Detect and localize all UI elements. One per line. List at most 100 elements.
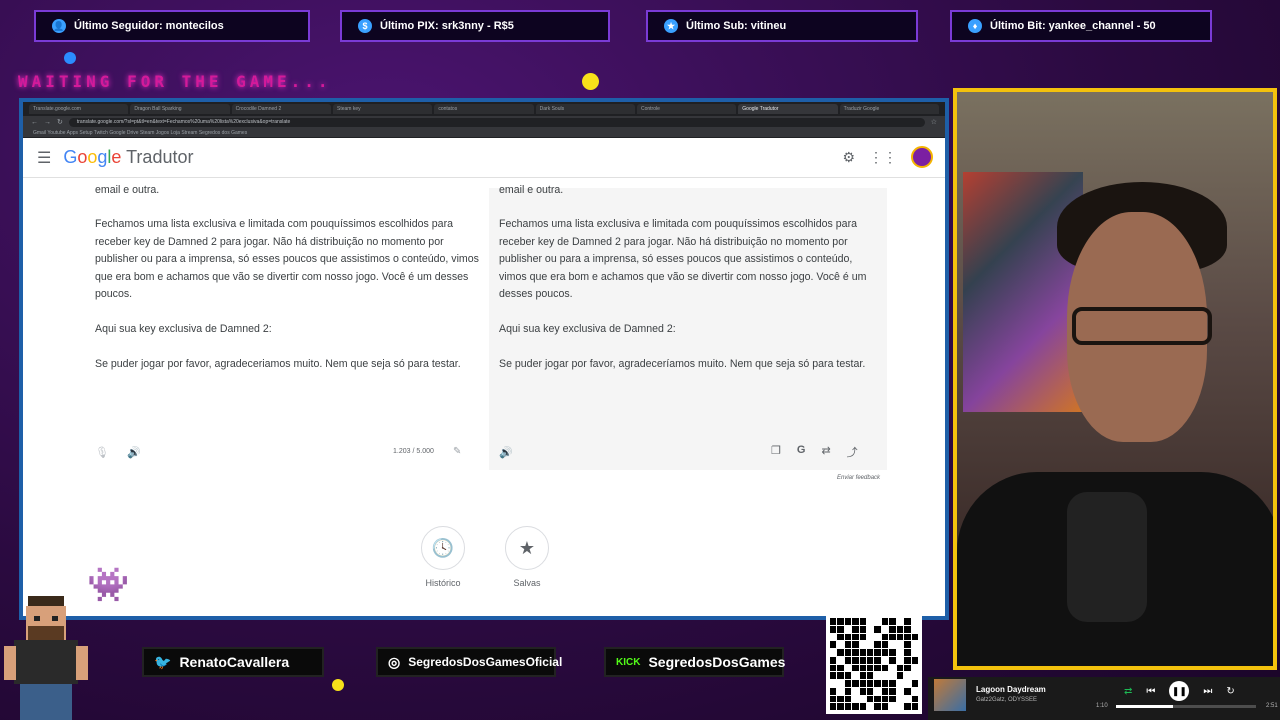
settings-icon[interactable]: ⚙ (842, 149, 855, 166)
qr-module (889, 695, 896, 703)
feedback-link[interactable]: Enviar feedback (837, 475, 880, 481)
qr-module (837, 641, 844, 648)
target-cut-line: email e outra. (499, 184, 564, 196)
time-current: 1:10 (1096, 703, 1108, 709)
copy-icon[interactable]: ❐ (771, 444, 781, 460)
previous-icon[interactable]: ⏮ (1146, 686, 1155, 697)
qr-module (911, 656, 918, 664)
qr-module (911, 641, 918, 648)
qr-module (837, 656, 844, 664)
qr-module (889, 618, 896, 625)
google-g-icon[interactable]: G (797, 444, 806, 460)
qr-module (896, 618, 904, 625)
qr-module (830, 664, 837, 672)
next-icon[interactable]: ⏭ (1203, 686, 1212, 697)
qr-module (844, 687, 852, 695)
qr-module (911, 633, 918, 641)
browser-tab[interactable]: Translate.google.com (29, 104, 129, 114)
shuffle-icon[interactable]: ⇄ (1124, 686, 1132, 697)
browser-tab[interactable]: contatos (434, 104, 534, 114)
edit-icon[interactable]: ✎ (453, 446, 461, 457)
qr-module (889, 656, 896, 664)
qr-module (859, 641, 867, 648)
user-icon: 👤 (52, 19, 66, 33)
apps-grid-icon[interactable]: ⋮⋮ (869, 149, 897, 166)
qr-module (904, 703, 911, 710)
qr-module (844, 672, 852, 679)
kick-icon: KICK (616, 656, 641, 668)
qr-module (896, 695, 904, 703)
qr-module (874, 656, 881, 664)
listen-source-icon[interactable]: 🔊 (127, 446, 141, 459)
qr-module (889, 664, 896, 672)
avatar[interactable] (911, 146, 933, 168)
saved-button[interactable]: ★ Salvas (505, 526, 549, 588)
instagram-label: SegredosDosGamesOficial (408, 655, 563, 669)
pause-icon[interactable]: ❚❚ (1169, 681, 1190, 701)
browser-tab-active[interactable]: Google Tradutor (738, 104, 838, 114)
reload-icon[interactable]: ↻ (57, 118, 63, 126)
share-icon[interactable]: ⤴ (847, 444, 858, 460)
qr-module (844, 649, 852, 656)
source-paragraph: Se puder jogar por favor, agradeceriamos… (95, 358, 461, 370)
address-input[interactable]: translate.google.com/?sl=pt&tl=en&text=F… (68, 117, 925, 127)
microphone-icon[interactable]: 🎙 (95, 446, 109, 459)
qr-module (881, 641, 889, 648)
bookmarks-bar[interactable]: Gmail Youtube Apps Setup Twitch Google D… (23, 128, 945, 138)
history-button[interactable]: 🕓 Histórico (421, 526, 465, 588)
progress-bar[interactable] (1116, 705, 1256, 708)
qr-module (837, 672, 844, 679)
forward-icon[interactable]: → (44, 119, 51, 126)
qr-module (904, 633, 911, 641)
qr-module (904, 672, 911, 679)
rate-translation-icon[interactable]: ⇄ (821, 444, 830, 460)
back-icon[interactable]: ← (31, 119, 38, 126)
qr-module (859, 680, 867, 687)
alert-bit: ♦ Último Bit: yankee_channel - 50 (950, 10, 1212, 42)
browser-tab[interactable]: Traduzir Google (839, 104, 939, 114)
qr-module (830, 649, 837, 656)
qr-module (896, 656, 904, 664)
qr-module (859, 618, 867, 625)
qr-module (911, 625, 918, 633)
qr-module (859, 672, 867, 679)
repeat-icon[interactable]: ↻ (1226, 686, 1234, 697)
browser-tab[interactable]: Dark Souls (535, 104, 635, 114)
qr-module (881, 625, 889, 633)
alert-pix-text: Último PIX: srk3nny - R$5 (380, 20, 514, 32)
history-icon[interactable]: 🕓 (421, 526, 465, 570)
qr-module (911, 687, 918, 695)
qr-module (889, 680, 896, 687)
translation-output-area: email e outra. Fechamos uma lista exclus… (489, 184, 887, 470)
qr-module (904, 680, 911, 687)
source-text-area[interactable]: email e outra. Fechamos uma lista exclus… (85, 184, 489, 470)
alert-follower-text: Último Seguidor: montecilos (74, 20, 224, 32)
qr-module (867, 618, 874, 625)
google-logo[interactable]: Google Tradutor (63, 147, 193, 168)
browser-tab[interactable]: Controle (636, 104, 737, 114)
streamer-glasses (1072, 307, 1212, 345)
qr-module (852, 633, 859, 641)
qr-module (837, 687, 844, 695)
qr-module (844, 633, 852, 641)
browser-tab[interactable]: Dragon Ball Sparking (130, 104, 230, 114)
bookmark-star-icon[interactable]: ☆ (931, 118, 937, 126)
star-saved-icon[interactable]: ★ (505, 526, 549, 570)
qr-module (904, 618, 911, 625)
char-counter: 1.203 / 5.000 (393, 448, 434, 455)
qr-module (830, 672, 837, 679)
qr-module (837, 680, 844, 687)
menu-icon[interactable]: ☰ (37, 148, 51, 168)
qr-module (881, 618, 889, 625)
browser-tab[interactable]: Crocodile Damned 2 (231, 104, 331, 114)
browser-tab[interactable]: Steam key (332, 104, 433, 114)
qr-module (852, 618, 859, 625)
qr-module (881, 672, 889, 679)
qr-module (844, 680, 852, 687)
qr-module (881, 680, 889, 687)
qr-module (881, 703, 889, 710)
qr-module (896, 664, 904, 672)
qr-label: livepix.gg/segredosdosgames (826, 603, 919, 610)
listen-target-icon[interactable]: 🔊 (499, 447, 513, 459)
target-paragraph: Fechamos uma lista exclusiva e limitada … (499, 218, 867, 300)
